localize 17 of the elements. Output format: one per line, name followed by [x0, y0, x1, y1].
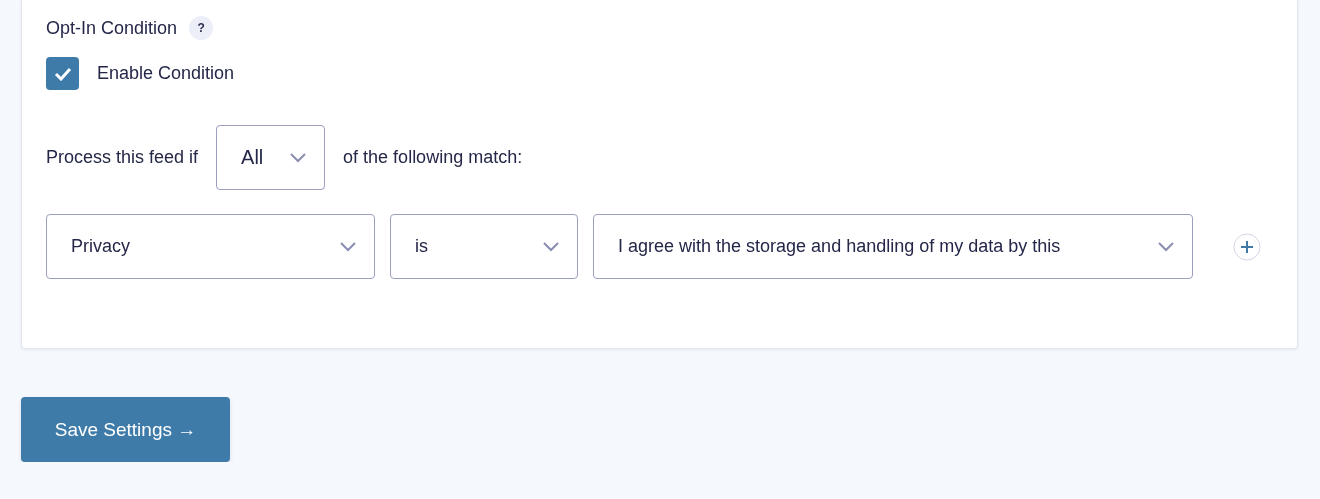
- chevron-down-icon: [1158, 241, 1174, 252]
- select-field[interactable]: All: [216, 125, 326, 190]
- section-title: Opt-In Condition: [46, 17, 178, 39]
- select-field[interactable]: I agree with the storage and handling of my data by this: [593, 214, 1193, 279]
- match-suffix: of the following match:: [343, 147, 523, 168]
- check-icon: [53, 66, 72, 81]
- select-field[interactable]: Privacy: [46, 214, 375, 279]
- checkbox-label: Enable Condition: [97, 63, 235, 84]
- add-icon[interactable]: [1233, 232, 1261, 261]
- chevron-down-icon: [340, 241, 356, 252]
- chevron-down-icon: [290, 152, 307, 163]
- select-field[interactable]: is: [390, 214, 578, 279]
- chevron-down-icon: [543, 241, 559, 252]
- help-badge[interactable]: ?: [189, 16, 214, 40]
- match-prefix: Process this feed if: [46, 147, 199, 168]
- checkbox[interactable]: [46, 57, 79, 90]
- save-button[interactable]: Save Settings →: [21, 397, 230, 462]
